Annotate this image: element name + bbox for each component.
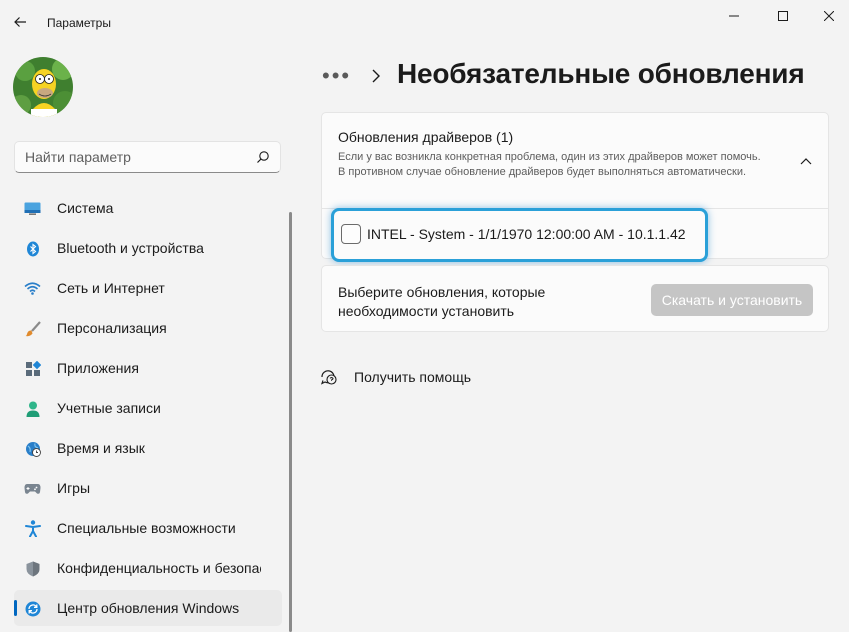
sidebar-scrollbar[interactable]	[289, 212, 292, 632]
sidebar-item-label: Игры	[57, 480, 91, 496]
search-input[interactable]	[15, 142, 245, 172]
search-box[interactable]	[14, 141, 281, 173]
chevron-right-icon	[372, 69, 380, 83]
breadcrumb: ••• Необязательные обновления	[322, 58, 805, 94]
sidebar-item-accessibility[interactable]: Специальные возможности	[14, 510, 282, 546]
sidebar-nav: Система Bluetooth и устройства Сеть и Ин…	[14, 190, 282, 630]
bluetooth-icon	[24, 240, 41, 257]
user-avatar-icon	[13, 57, 73, 117]
sidebar-item-label: Bluetooth и устройства	[57, 240, 204, 256]
clock-globe-icon	[24, 440, 41, 457]
driver-update-item[interactable]: INTEL - System - 1/1/1970 12:00:00 AM - …	[331, 208, 708, 262]
brush-icon	[24, 320, 41, 337]
download-install-button[interactable]: Скачать и установить	[651, 284, 813, 316]
close-button[interactable]	[806, 0, 849, 32]
install-card: Выберите обновления, которые необходимос…	[321, 265, 829, 332]
arrow-left-icon	[14, 17, 26, 27]
sidebar-item-personalization[interactable]: Персонализация	[14, 310, 282, 346]
gamepad-icon	[24, 480, 41, 497]
sidebar-item-label: Приложения	[57, 360, 139, 376]
search-icon[interactable]	[256, 150, 270, 164]
get-help-label: Получить помощь	[354, 369, 472, 385]
accessibility-icon	[24, 520, 41, 537]
sidebar-item-label: Конфиденциальность и безопас	[57, 560, 261, 576]
sidebar-item-apps[interactable]: Приложения	[14, 350, 282, 386]
update-icon	[24, 600, 41, 617]
sidebar-item-label: Время и язык	[57, 440, 145, 456]
minimize-button[interactable]	[711, 0, 757, 32]
sidebar-item-system[interactable]: Система	[14, 190, 282, 226]
breadcrumb-more-button[interactable]: •••	[322, 65, 354, 87]
page-title: Необязательные обновления	[397, 58, 805, 89]
sidebar-item-bluetooth[interactable]: Bluetooth и устройства	[14, 230, 282, 266]
chevron-up-icon	[800, 158, 812, 165]
account-icon	[24, 400, 41, 417]
maximize-button[interactable]	[760, 0, 806, 32]
sidebar-item-label: Учетные записи	[57, 400, 161, 416]
system-icon	[24, 200, 41, 217]
driver-updates-title: Обновления драйверов (1)	[338, 129, 514, 145]
app-title: Параметры	[47, 16, 111, 30]
apps-icon	[24, 360, 41, 377]
sidebar-item-label: Персонализация	[57, 320, 167, 336]
sidebar-item-network[interactable]: Сеть и Интернет	[14, 270, 282, 306]
sidebar-item-accounts[interactable]: Учетные записи	[14, 390, 282, 426]
driver-update-checkbox[interactable]	[341, 224, 361, 244]
back-button[interactable]	[8, 10, 32, 34]
avatar[interactable]	[13, 57, 73, 117]
sidebar-item-windows-update[interactable]: Центр обновления Windows	[14, 590, 282, 626]
driver-updates-description: Если у вас возникла конкретная проблема,…	[338, 151, 761, 178]
sidebar-item-label: Специальные возможности	[57, 520, 236, 536]
maximize-icon	[778, 11, 788, 21]
install-instruction-text: Выберите обновления, которые необходимос…	[338, 284, 546, 319]
help-chat-icon	[320, 370, 337, 385]
title-bar: Параметры	[0, 0, 849, 44]
minimize-icon	[729, 15, 739, 17]
sidebar-item-label: Центр обновления Windows	[57, 600, 240, 616]
sidebar-item-label: Система	[57, 200, 114, 216]
collapse-button[interactable]	[794, 151, 818, 171]
sidebar-item-label: Сеть и Интернет	[57, 280, 165, 296]
close-icon	[824, 11, 834, 21]
wifi-icon	[24, 280, 41, 297]
sidebar-item-privacy[interactable]: Конфиденциальность и безопас	[14, 550, 282, 586]
get-help-link[interactable]: Получить помощь	[320, 366, 471, 388]
driver-update-label: INTEL - System - 1/1/1970 12:00:00 AM - …	[367, 226, 686, 242]
shield-icon	[24, 560, 41, 577]
sidebar-item-gaming[interactable]: Игры	[14, 470, 282, 506]
sidebar-item-time-language[interactable]: Время и язык	[14, 430, 282, 466]
